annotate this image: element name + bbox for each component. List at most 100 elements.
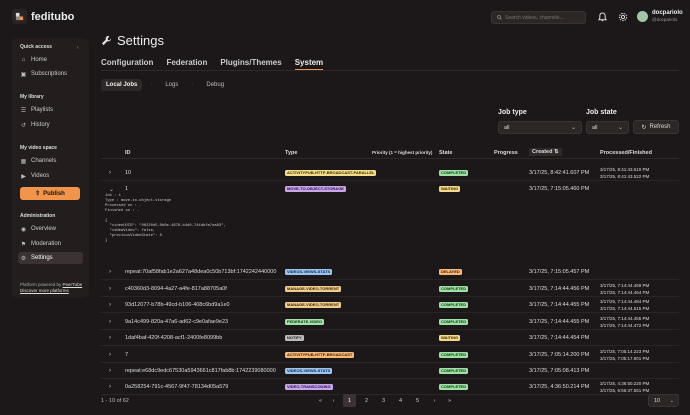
job-type-select[interactable]: all ⌄	[498, 121, 582, 134]
header-priority[interactable]: Priority (1 = highest priority)	[372, 150, 432, 155]
job-state-badge: WAITING	[439, 334, 461, 341]
sidebar-item-label: Home	[31, 57, 48, 63]
wrench-icon	[101, 35, 112, 46]
tabs-divider	[101, 70, 679, 71]
section-my-video-space: My video space	[20, 145, 57, 151]
header-id[interactable]: ID	[125, 150, 131, 156]
job-state-badge: COMPLETED	[439, 351, 469, 358]
sidebar-item-label: Channels	[31, 158, 57, 164]
system-subtabs: Local Jobs · Logs · Debug	[101, 79, 229, 91]
subtab-local-jobs[interactable]: Local Jobs	[101, 79, 143, 91]
sidebar-item-label: Subscriptions	[31, 71, 68, 77]
footer-text: Platform powered by	[20, 282, 62, 287]
job-processed: 3/17/25, 7:14:44.484 PM	[600, 298, 650, 304]
upload-icon: ⇧	[35, 191, 41, 197]
sidebar-item-history[interactable]: ↺ History	[18, 119, 83, 131]
next-page-button[interactable]: ›	[428, 394, 441, 407]
page-button[interactable]: 3	[377, 394, 390, 407]
wrench-icon: ⚙	[20, 255, 27, 262]
collapse-row-chevron-icon[interactable]: ⌄	[109, 186, 114, 193]
expand-row-chevron-icon[interactable]: ›	[109, 286, 111, 292]
peertube-link[interactable]: PeerTube	[63, 282, 83, 287]
job-id: 1	[125, 186, 129, 192]
header-created[interactable]: Created ⇅	[529, 148, 562, 156]
page-button[interactable]: 4	[394, 394, 407, 407]
job-processed: 3/17/25, 7:05:14.223 PM	[600, 348, 650, 354]
logo[interactable]: feditubo	[12, 9, 74, 24]
header-state[interactable]: State	[439, 150, 452, 156]
page-button[interactable]: 5	[411, 394, 424, 407]
section-administration: Administration	[20, 213, 56, 219]
expand-row-chevron-icon[interactable]: ›	[109, 302, 111, 308]
logo-icon	[12, 9, 27, 24]
header-processed[interactable]: Processed/Finished	[600, 150, 652, 156]
job-type-badge: NOTIFY	[285, 334, 304, 341]
expand-row-chevron-icon[interactable]: ›	[109, 384, 111, 390]
job-id: 0a258254-791c-4567-9f47-78134d05a579	[125, 384, 229, 390]
search-input[interactable]: Search videos, channels...	[491, 11, 586, 24]
subtab-debug[interactable]: Debug	[201, 79, 229, 91]
sidebar-item-settings[interactable]: ⚙ Settings	[18, 252, 83, 264]
gear-icon[interactable]	[618, 12, 628, 24]
subtab-logs[interactable]: Logs	[160, 79, 183, 91]
job-processed: 3/17/25, 4:36:50.220 PM	[600, 380, 650, 386]
sidebar-item-label: Playlists	[31, 107, 54, 113]
last-page-button[interactable]: »	[443, 394, 456, 407]
collapse-chevron-icon[interactable]: ‹	[77, 45, 79, 51]
section-my-library: My library	[20, 94, 44, 100]
sidebar-item-moderation[interactable]: ⚑ Moderation	[18, 238, 83, 250]
header-progress[interactable]: Progress	[494, 150, 518, 156]
page-button[interactable]: 2	[360, 394, 373, 407]
pagination-info: 1 - 10 of 62	[101, 398, 129, 404]
refresh-button[interactable]: ↻ Refresh	[633, 120, 679, 134]
sidebar-item-label: Settings	[31, 255, 53, 261]
row-divider	[101, 180, 679, 181]
sidebar-item-playlists[interactable]: ☰ Playlists	[18, 104, 83, 116]
job-state-select[interactable]: all ⌄	[586, 121, 629, 134]
sidebar-item-label: History	[31, 122, 50, 128]
row-divider	[101, 378, 679, 379]
prev-page-button[interactable]: ‹	[327, 394, 340, 407]
job-created: 3/17/25, 7:14:44.454 PM	[529, 335, 590, 341]
top-bar: feditubo Search videos, channels... docp…	[0, 0, 690, 34]
page-button[interactable]: 1	[343, 394, 356, 407]
header-created-label: Created	[532, 149, 553, 155]
user-menu[interactable]: docpariolo @docpariolo	[637, 10, 683, 22]
job-id: repeat:e68dc9edc67530a5943661c817fab8b:1…	[125, 368, 276, 374]
section-quick-access: Quick access	[20, 44, 52, 50]
job-created: 3/17/25, 7:05:14.200 PM	[529, 352, 590, 358]
job-type-label: Job type	[498, 109, 527, 116]
publish-button[interactable]: ⇧ Publish	[20, 187, 80, 200]
sidebar-item-videos[interactable]: ▶ Videos	[18, 170, 83, 182]
expand-row-chevron-icon[interactable]: ›	[109, 352, 111, 358]
expand-row-chevron-icon[interactable]: ›	[109, 319, 111, 325]
home-icon: ⌂	[21, 57, 26, 63]
expand-row-chevron-icon[interactable]: ›	[109, 368, 111, 374]
first-page-button[interactable]: «	[314, 394, 327, 407]
sidebar-item-subscriptions[interactable]: ▣ Subscriptions	[18, 68, 83, 80]
user-name: docpariolo	[652, 10, 683, 16]
sidebar: Quick access ‹ ⌂ Home ▣ Subscriptions My l…	[12, 38, 89, 298]
expand-row-chevron-icon[interactable]: ›	[109, 170, 111, 176]
pagination: 1 - 10 of 62 « ‹ 1 2 3 4 5 › » 10 ⌄	[101, 393, 679, 409]
discover-link[interactable]: Discover more platforms	[20, 288, 69, 293]
job-id: repeat:70af58fab1e2a627a48dea0c50b713bf:…	[125, 269, 277, 275]
sidebar-item-home[interactable]: ⌂ Home	[18, 54, 83, 66]
row-divider	[101, 329, 679, 330]
header-type[interactable]: Type	[285, 150, 297, 156]
job-state-badge: COMPLETED	[439, 367, 469, 374]
row-divider	[101, 312, 679, 313]
job-state-badge: COMPLETED	[439, 285, 469, 292]
refresh-icon: ↻	[641, 124, 647, 131]
sidebar-item-channels[interactable]: ▦ Channels	[18, 155, 83, 167]
moderation-icon: ⚑	[20, 241, 27, 248]
job-type-value: all	[504, 124, 510, 131]
expand-row-chevron-icon[interactable]: ›	[109, 269, 111, 275]
per-page-select[interactable]: 10 ⌄	[648, 394, 679, 407]
channels-icon: ▦	[20, 158, 27, 165]
job-created: 3/17/25, 4:36:50.214 PM	[529, 384, 590, 390]
sidebar-item-overview[interactable]: ◉ Overview	[18, 223, 83, 235]
notifications-bell-icon[interactable]	[597, 12, 608, 24]
expand-row-chevron-icon[interactable]: ›	[109, 335, 111, 341]
job-detail: Job : 1 Type : move-to-object-storage Pr…	[105, 194, 226, 243]
